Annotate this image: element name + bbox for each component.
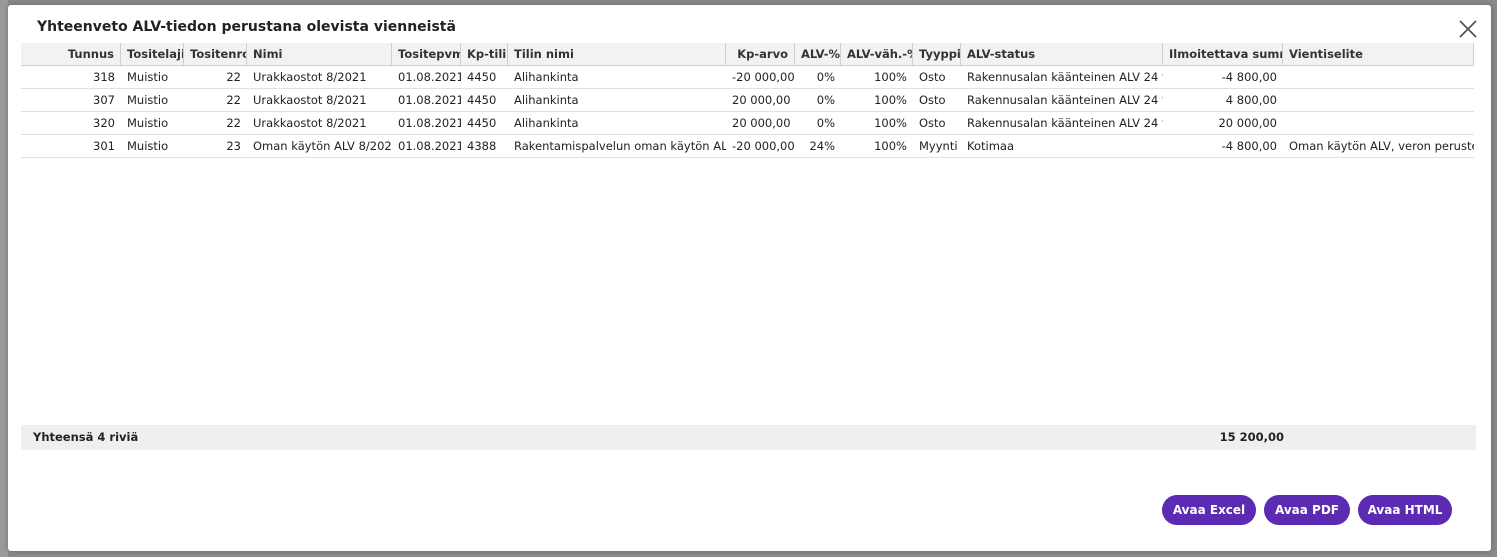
cell-vientiselite <box>1283 66 1474 88</box>
close-button[interactable] <box>1457 18 1479 40</box>
cell-vientiselite <box>1283 89 1474 111</box>
column-header-nimi[interactable]: Nimi <box>247 43 392 65</box>
cell-ilmoitettava-summa: -4 800,00 <box>1221 70 1277 84</box>
cell-vientiselite: Oman käytön ALV, veron peruste <box>1289 139 1474 153</box>
cell-kp-arvo: -20 000,00 <box>732 139 795 153</box>
column-header-tyyppi[interactable]: Tyyppi <box>913 43 961 65</box>
cell-tositepvm: 01.08.2021 <box>398 93 461 107</box>
cell-tositenro: 22 <box>226 116 241 130</box>
column-header-kp-arvo[interactable]: Kp-arvo <box>726 43 795 65</box>
table-header: Tunnus Tositelaji Tositenro Nimi Tositep… <box>21 43 1474 66</box>
cell-alv-pct: 0% <box>816 70 835 84</box>
column-header-alv-status[interactable]: ALV-status <box>961 43 1163 65</box>
cell-ilmoitettava-summa: -4 800,00 <box>1221 139 1277 153</box>
cell-alv-pct: 24% <box>809 139 835 153</box>
open-pdf-button[interactable]: Avaa PDF <box>1264 495 1350 525</box>
close-icon <box>1459 20 1477 38</box>
cell-tunnus: 320 <box>93 116 115 130</box>
cell-tyyppi: Osto <box>919 116 946 130</box>
column-header-kp-tili[interactable]: Kp-tili <box>461 43 508 65</box>
cell-alv-status: Kotimaa <box>967 139 1015 153</box>
cell-tyyppi: Osto <box>919 70 946 84</box>
table-footer: Yhteensä 4 riviä 15 200,00 <box>21 425 1476 450</box>
footer-total-sum: 15 200,00 <box>1219 430 1284 444</box>
summary-dialog: Yhteenveto ALV-tiedon perustana olevista… <box>8 5 1491 551</box>
cell-tunnus: 318 <box>93 70 115 84</box>
cell-alv-vah-pct: 100% <box>874 139 907 153</box>
open-excel-button[interactable]: Avaa Excel <box>1162 495 1256 525</box>
column-header-alv-pct[interactable]: ALV-% <box>795 43 841 65</box>
cell-alv-pct: 0% <box>816 93 835 107</box>
cell-nimi: Urakkaostot 8/2021 <box>253 93 367 107</box>
cell-tositelaji: Muistio <box>127 93 169 107</box>
dialog-title: Yhteenveto ALV-tiedon perustana olevista… <box>37 19 456 35</box>
cell-alv-status: Rakennusalan käänteinen ALV 24 % <box>967 93 1163 107</box>
cell-alv-status: Rakennusalan käänteinen ALV 24 % <box>967 116 1163 130</box>
cell-kp-arvo: 20 000,00 <box>732 93 791 107</box>
cell-alv-pct: 0% <box>816 116 835 130</box>
cell-tilin-nimi: Alihankinta <box>514 116 579 130</box>
table-row[interactable]: 307 Muistio 22 Urakkaostot 8/2021 01.08.… <box>21 89 1474 112</box>
cell-tositepvm: 01.08.2021 <box>398 70 461 84</box>
column-header-tunnus[interactable]: Tunnus <box>21 43 121 65</box>
column-header-tositepvm[interactable]: Tositepvm <box>392 43 461 65</box>
column-header-alv-vah-pct[interactable]: ALV-väh.-% <box>841 43 913 65</box>
cell-tositenro: 22 <box>226 70 241 84</box>
cell-ilmoitettava-summa: 4 800,00 <box>1225 93 1277 107</box>
footer-row-count: Yhteensä 4 riviä <box>33 430 139 444</box>
cell-tositenro: 22 <box>226 93 241 107</box>
cell-alv-vah-pct: 100% <box>874 93 907 107</box>
cell-alv-vah-pct: 100% <box>874 116 907 130</box>
cell-tilin-nimi: Alihankinta <box>514 70 579 84</box>
cell-vientiselite <box>1283 112 1474 134</box>
cell-tunnus: 307 <box>93 93 115 107</box>
cell-tositepvm: 01.08.2021 <box>398 116 461 130</box>
column-header-ilmoitettava-summa[interactable]: Ilmoitettava summa <box>1163 43 1283 65</box>
cell-tyyppi: Myynti <box>919 139 958 153</box>
column-header-tositelaji[interactable]: Tositelaji <box>121 43 184 65</box>
cell-kp-tili: 4450 <box>467 70 497 84</box>
cell-tilin-nimi: Rakentamispalvelun oman käytön ALV <box>514 139 726 153</box>
cell-alv-status: Rakennusalan käänteinen ALV 24 % <box>967 70 1163 84</box>
cell-tositepvm: 01.08.2021 <box>398 139 461 153</box>
cell-tositenro: 23 <box>226 139 241 153</box>
cell-tositelaji: Muistio <box>127 139 169 153</box>
open-html-button[interactable]: Avaa HTML <box>1358 495 1452 525</box>
table-row[interactable]: 301 Muistio 23 Oman käytön ALV 8/2021 01… <box>21 135 1474 158</box>
table-row[interactable]: 320 Muistio 22 Urakkaostot 8/2021 01.08.… <box>21 112 1474 135</box>
cell-kp-tili: 4450 <box>467 93 497 107</box>
cell-tositelaji: Muistio <box>127 116 169 130</box>
cell-kp-arvo: 20 000,00 <box>732 116 791 130</box>
cell-nimi: Urakkaostot 8/2021 <box>253 116 367 130</box>
cell-kp-arvo: -20 000,00 <box>732 70 795 84</box>
page-backdrop <box>0 0 8 557</box>
entries-table: Tunnus Tositelaji Tositenro Nimi Tositep… <box>21 43 1474 158</box>
column-header-tilin-nimi[interactable]: Tilin nimi <box>508 43 726 65</box>
table-row[interactable]: 318 Muistio 22 Urakkaostot 8/2021 01.08.… <box>21 66 1474 89</box>
cell-kp-tili: 4388 <box>467 139 497 153</box>
cell-ilmoitettava-summa: 20 000,00 <box>1218 116 1277 130</box>
cell-nimi: Urakkaostot 8/2021 <box>253 70 367 84</box>
cell-kp-tili: 4450 <box>467 116 497 130</box>
cell-tunnus: 301 <box>93 139 115 153</box>
cell-tositelaji: Muistio <box>127 70 169 84</box>
column-header-tositenro[interactable]: Tositenro <box>184 43 247 65</box>
cell-tyyppi: Osto <box>919 93 946 107</box>
column-header-vientiselite[interactable]: Vientiselite <box>1283 43 1474 65</box>
cell-nimi: Oman käytön ALV 8/2021 <box>253 139 392 153</box>
cell-alv-vah-pct: 100% <box>874 70 907 84</box>
cell-tilin-nimi: Alihankinta <box>514 93 579 107</box>
